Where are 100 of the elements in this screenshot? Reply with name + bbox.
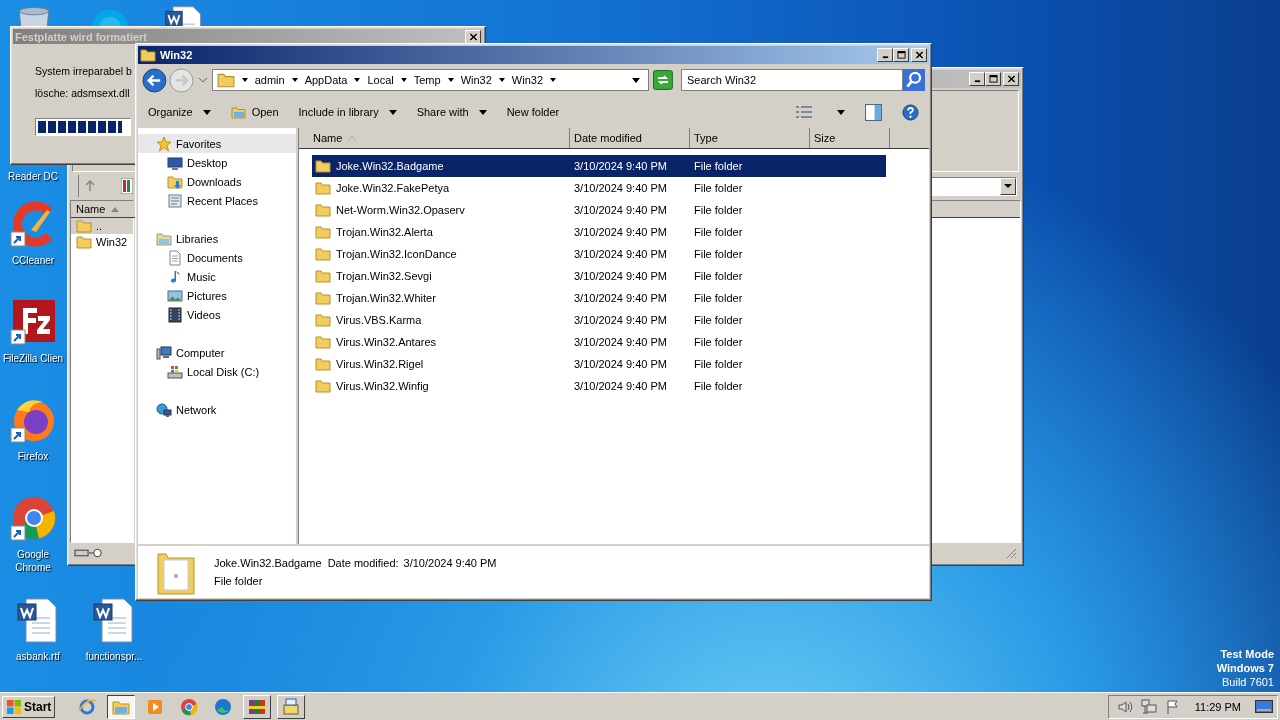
folder-icon [315,356,331,372]
column-header[interactable]: Name [71,201,136,218]
dropdown-field[interactable] [931,176,1017,196]
file-row[interactable]: Trojan.Win32.Alerta 3/10/2024 9:40 PM File folder [312,221,886,243]
help-icon[interactable] [902,103,919,121]
column-header[interactable]: Size [810,128,890,148]
search-button[interactable] [903,69,925,91]
pictures-icon [167,287,183,304]
breadcrumb-link[interactable]: Win32 [460,74,492,86]
close-button[interactable] [911,48,927,62]
file-row[interactable]: Joke.Win32.FakePetya 3/10/2024 9:40 PM File folder [312,177,886,199]
file-name: Joke.Win32.FakePetya [336,182,450,194]
caret-icon[interactable] [291,78,298,82]
clock[interactable]: 11:29 PM [1194,700,1241,713]
start-button[interactable]: Start [2,695,56,718]
toolbar-button[interactable]: Include in library [298,106,397,118]
breadcrumb-link[interactable]: Win32 [511,74,544,86]
desktop-icon-label[interactable]: asbank.rtf [16,650,60,663]
desktop-icon-label[interactable]: functionspr... [85,650,143,663]
caret-icon[interactable] [498,78,505,82]
file-name: .. [96,220,103,232]
nav-item[interactable]: Downloads [138,172,296,191]
caret-icon[interactable] [400,78,407,82]
file-name: Virus.Win32.Antares [336,336,437,348]
breadcrumb-link[interactable]: Local [367,74,394,86]
maximize-button[interactable] [893,48,909,62]
date-cell-text: 3/10/2024 9:40 PM [573,292,668,304]
caret-icon[interactable] [447,78,454,82]
toolbar-button[interactable]: New folder [506,106,560,118]
folder-icon [315,290,331,306]
nav-item[interactable]: Music [138,267,296,286]
nav-item[interactable]: Libraries [138,229,296,248]
address-bar[interactable]: admin AppData Local Temp Win32 Win32 [211,69,650,91]
preview-pane-icon[interactable] [865,103,882,121]
desktop-icon-label[interactable]: Google Chrome [2,548,64,574]
file-name: Trojan.Win32.IconDance [336,248,457,260]
toolbar-button[interactable]: Share with [416,106,487,118]
column-header[interactable]: Type [690,128,810,148]
file-row[interactable]: Virus.Win32.Rigel 3/10/2024 9:40 PM File folder [312,353,886,375]
search-field[interactable]: Search Win32 [681,69,903,91]
file-row[interactable]: .. [71,218,133,234]
colored-bars-icon[interactable] [121,178,133,194]
caret-icon[interactable] [550,78,557,82]
desktop-icon-label[interactable]: Firefox [17,450,49,463]
column-header[interactable]: Date modified [570,128,690,148]
nav-item[interactable]: Documents [138,248,296,267]
column-header[interactable]: Name [299,128,570,148]
toolbar-button[interactable]: Organize [148,106,211,118]
file-name: Joke.Win32.Badgame [336,160,444,172]
test-mode-text: Test Mode [1220,647,1274,661]
nav-item[interactable]: Pictures [138,286,296,305]
network-icon[interactable] [1140,698,1157,715]
caret-icon[interactable] [354,78,361,82]
file-row[interactable]: Joke.Win32.Badgame 3/10/2024 9:40 PM File folder [312,155,886,177]
file-row[interactable]: Virus.Win32.Winfig 3/10/2024 9:40 PM File folder [312,375,886,397]
nav-item[interactable]: Desktop [138,153,296,172]
breadcrumb-link[interactable]: AppData [304,74,348,86]
up-arrow-icon [84,180,96,192]
nav-item[interactable]: Network [138,400,296,419]
desktop-icon-label[interactable]: Reader DC [8,170,58,183]
file-row[interactable]: Net-Worm.Win32.Opaserv 3/10/2024 9:40 PM File folder [312,199,886,221]
dropdown-caret-icon[interactable] [632,77,641,83]
caret-icon[interactable] [241,78,248,82]
maximize-icon [896,51,906,59]
filezilla-icon[interactable] [9,298,57,346]
history-caret-icon[interactable] [198,77,207,83]
file-row[interactable]: Virus.VBS.Karma 3/10/2024 9:40 PM File folder [312,309,886,331]
file-type: File folder [214,575,264,587]
show-desktop-icon[interactable] [1255,698,1273,715]
breadcrumb-link[interactable]: admin [254,74,285,86]
folder-icon [140,47,156,63]
chrome-icon[interactable] [9,494,57,542]
nav-item[interactable]: Videos [138,305,296,324]
file-row[interactable]: Trojan.Win32.Whiter 3/10/2024 9:40 PM File folder [312,287,886,309]
nav-item[interactable]: Recent Places [138,191,296,210]
nav-item[interactable]: Computer [138,343,296,362]
speaker-icon[interactable] [1116,698,1133,715]
desktop-icon-label[interactable]: FileZilla Clien [3,352,63,365]
type-cell-text: File folder [693,160,744,172]
breadcrumb-link[interactable]: Temp [413,74,441,86]
file-row[interactable]: Win32 [71,234,133,250]
taskbar-button[interactable] [107,694,136,719]
nav-item[interactable]: Local Disk (C:) [138,362,296,381]
file-row[interactable]: Trojan.Win32.Sevgi 3/10/2024 9:40 PM File folder [312,265,886,287]
file-row[interactable]: Trojan.Win32.IconDance 3/10/2024 9:40 PM File folder [312,243,886,265]
desktop-icon [167,154,183,171]
resize-grip-icon[interactable] [1005,547,1017,559]
recent-icon [167,192,183,209]
toolbar-button[interactable]: Open [230,104,279,120]
back-button[interactable] [142,67,167,93]
type-cell-text: File folder [693,314,744,326]
folder-icon [315,334,331,350]
sort-icon [348,135,357,141]
caret-icon[interactable] [837,109,845,115]
file-row[interactable]: Virus.Win32.Antares 3/10/2024 9:40 PM File folder [312,331,886,353]
minimize-button[interactable] [877,48,893,62]
refresh-button[interactable] [653,70,673,90]
desktop-icon-label[interactable]: CCleaner [11,254,55,267]
flag-icon[interactable] [1164,698,1181,715]
nav-item[interactable]: Favorites [138,134,296,153]
